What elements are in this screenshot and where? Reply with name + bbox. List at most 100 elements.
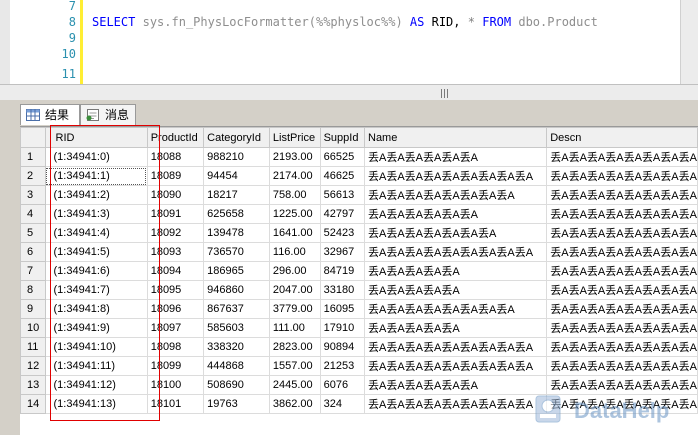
- table-cell[interactable]: 丢A丢A丢A丢A丢A丢A丢A丢A: [363, 185, 548, 205]
- table-cell[interactable]: 丢A丢A丢A丢A丢A丢A丢A丢A丢A: [363, 356, 548, 376]
- cell-rid[interactable]: (1:34941:11): [44, 356, 148, 376]
- table-cell[interactable]: 508690: [203, 375, 270, 395]
- table-cell[interactable]: 867637: [203, 299, 270, 319]
- table-cell[interactable]: 18091: [146, 204, 205, 224]
- row-number[interactable]: 1: [20, 147, 46, 167]
- tab-results[interactable]: 结果: [20, 104, 80, 125]
- table-cell[interactable]: 丢A丢A丢A丢A丢A丢A丢A丢A丢A: [363, 394, 548, 414]
- column-header[interactable]: Name: [363, 127, 548, 148]
- cell-rid[interactable]: (1:34941:0): [44, 147, 148, 167]
- table-cell[interactable]: 18093: [146, 242, 205, 262]
- table-cell[interactable]: 18098: [146, 337, 205, 357]
- table-cell[interactable]: 18094: [146, 261, 205, 281]
- cell-rid[interactable]: (1:34941:13): [44, 394, 148, 414]
- table-cell[interactable]: 丢A丢A丢A丢A丢A丢A丢A丢A丢A: [363, 242, 548, 262]
- table-row[interactable]: 10 (1:34941:9) 18097 585603 111.00 17910 丢A丢A丢…: [20, 318, 698, 338]
- table-cell[interactable]: 丢A丢A丢A丢A丢A丢A丢A丢A丢A: [363, 337, 548, 357]
- table-cell[interactable]: 32967: [319, 242, 366, 262]
- table-cell[interactable]: 66525: [319, 147, 366, 167]
- table-cell[interactable]: 33180: [319, 280, 366, 300]
- table-cell[interactable]: 丢A丢A丢A丢A丢A丢A丢A丢A: [363, 299, 548, 319]
- table-cell[interactable]: 21253: [319, 356, 366, 376]
- table-cell[interactable]: 186965: [203, 261, 270, 281]
- row-number[interactable]: 12: [20, 356, 46, 376]
- table-cell[interactable]: 18088: [146, 147, 205, 167]
- table-cell[interactable]: 42797: [319, 204, 366, 224]
- row-number[interactable]: 13: [20, 375, 46, 395]
- table-cell[interactable]: 丢A丢A丢A丢A丢A丢A丢A: [363, 223, 548, 243]
- sql-editor[interactable]: 7 8 9 10 11 SELECT sys.fn_PhysLocFormatt…: [0, 0, 698, 100]
- table-cell[interactable]: 736570: [203, 242, 270, 262]
- table-cell[interactable]: 18217: [203, 185, 270, 205]
- table-cell[interactable]: 18090: [146, 185, 205, 205]
- table-row[interactable]: 2 (1:34941:1) 18089 94454 2174.00 46625 丢A丢A丢A…: [20, 166, 698, 186]
- table-cell[interactable]: 18096: [146, 299, 205, 319]
- table-row[interactable]: 1 (1:34941:0) 18088 988210 2193.00 66525 丢A丢A丢…: [20, 147, 698, 167]
- row-number[interactable]: 8: [20, 280, 46, 300]
- table-cell[interactable]: 988210: [203, 147, 270, 167]
- table-cell[interactable]: 丢A丢A丢A丢A丢A丢A丢A丢A: [546, 223, 698, 243]
- table-cell[interactable]: 2823.00: [268, 337, 321, 357]
- scroll-grip-icon[interactable]: |||: [440, 89, 449, 99]
- cell-rid[interactable]: (1:34941:7): [44, 280, 148, 300]
- column-header[interactable]: SuppId: [319, 127, 366, 148]
- table-cell[interactable]: 18092: [146, 223, 205, 243]
- table-row[interactable]: 6 (1:34941:5) 18093 736570 116.00 32967 丢A丢A丢A…: [20, 242, 698, 262]
- editor-vertical-scrollbar[interactable]: [680, 0, 698, 84]
- tab-messages[interactable]: 消息: [80, 104, 136, 125]
- table-cell[interactable]: 丢A丢A丢A丢A丢A: [363, 280, 548, 300]
- table-cell[interactable]: 丢A丢A丢A丢A丢A丢A丢A丢A: [546, 261, 698, 281]
- table-row[interactable]: 5 (1:34941:4) 18092 139478 1641.00 52423 丢A丢A丢…: [20, 223, 698, 243]
- table-cell[interactable]: 94454: [203, 166, 270, 186]
- row-number[interactable]: 11: [20, 337, 46, 357]
- table-cell[interactable]: 2193.00: [268, 147, 321, 167]
- row-number[interactable]: 10: [20, 318, 46, 338]
- row-number[interactable]: 5: [20, 223, 46, 243]
- table-cell[interactable]: 6076: [319, 375, 366, 395]
- table-cell[interactable]: 1225.00: [268, 204, 321, 224]
- column-header[interactable]: ProductId: [146, 127, 205, 148]
- row-number[interactable]: 2: [20, 166, 46, 186]
- table-cell[interactable]: 18095: [146, 280, 205, 300]
- table-cell[interactable]: 丢A丢A丢A丢A丢A: [363, 318, 548, 338]
- table-cell[interactable]: 18101: [146, 394, 205, 414]
- table-cell[interactable]: 丢A丢A丢A丢A丢A丢A: [363, 204, 548, 224]
- cell-rid[interactable]: (1:34941:10): [44, 337, 148, 357]
- table-cell[interactable]: 19763: [203, 394, 270, 414]
- table-cell[interactable]: 丢A丢A丢A丢A丢A丢A丢A丢A: [546, 337, 698, 357]
- table-cell[interactable]: 46625: [319, 166, 366, 186]
- column-header[interactable]: RID: [44, 127, 148, 148]
- row-number[interactable]: 7: [20, 261, 46, 281]
- table-cell[interactable]: 丢A丢A丢A丢A丢A丢A丢A丢A: [546, 299, 698, 319]
- table-cell[interactable]: 丢A丢A丢A丢A丢A丢A丢A丢A丢A: [363, 166, 548, 186]
- table-cell[interactable]: 116.00: [268, 242, 321, 262]
- table-cell[interactable]: 18099: [146, 356, 205, 376]
- table-cell[interactable]: 1557.00: [268, 356, 321, 376]
- table-cell[interactable]: 444868: [203, 356, 270, 376]
- table-cell[interactable]: 16095: [319, 299, 366, 319]
- table-cell[interactable]: 2047.00: [268, 280, 321, 300]
- cell-rid[interactable]: (1:34941:2): [44, 185, 148, 205]
- table-cell[interactable]: 1641.00: [268, 223, 321, 243]
- cell-rid[interactable]: (1:34941:12): [44, 375, 148, 395]
- column-header[interactable]: CategoryId: [203, 127, 270, 148]
- row-number[interactable]: 4: [20, 204, 46, 224]
- table-cell[interactable]: 625658: [203, 204, 270, 224]
- table-row[interactable]: 9 (1:34941:8) 18096 867637 3779.00 16095 丢A丢A丢…: [20, 299, 698, 319]
- table-cell[interactable]: 84719: [319, 261, 366, 281]
- table-cell[interactable]: 3779.00: [268, 299, 321, 319]
- table-cell[interactable]: 90894: [319, 337, 366, 357]
- column-header[interactable]: Descn: [546, 127, 698, 148]
- row-number[interactable]: 14: [20, 394, 46, 414]
- cell-rid[interactable]: (1:34941:4): [44, 223, 148, 243]
- row-number[interactable]: 9: [20, 299, 46, 319]
- sql-code-line[interactable]: SELECT sys.fn_PhysLocFormatter(%%physloc…: [92, 14, 598, 30]
- table-cell[interactable]: 2445.00: [268, 375, 321, 395]
- table-row[interactable]: 4 (1:34941:3) 18091 625658 1225.00 42797 丢A丢A丢…: [20, 204, 698, 224]
- table-cell[interactable]: 3862.00: [268, 394, 321, 414]
- table-row[interactable]: 7 (1:34941:6) 18094 186965 296.00 84719 丢A丢A丢A…: [20, 261, 698, 281]
- table-cell[interactable]: 丢A丢A丢A丢A丢A丢A丢A丢A: [546, 242, 698, 262]
- table-cell[interactable]: 丢A丢A丢A丢A丢A丢A丢A丢A: [546, 280, 698, 300]
- cell-rid[interactable]: (1:34941:5): [44, 242, 148, 262]
- cell-rid[interactable]: (1:34941:3): [44, 204, 148, 224]
